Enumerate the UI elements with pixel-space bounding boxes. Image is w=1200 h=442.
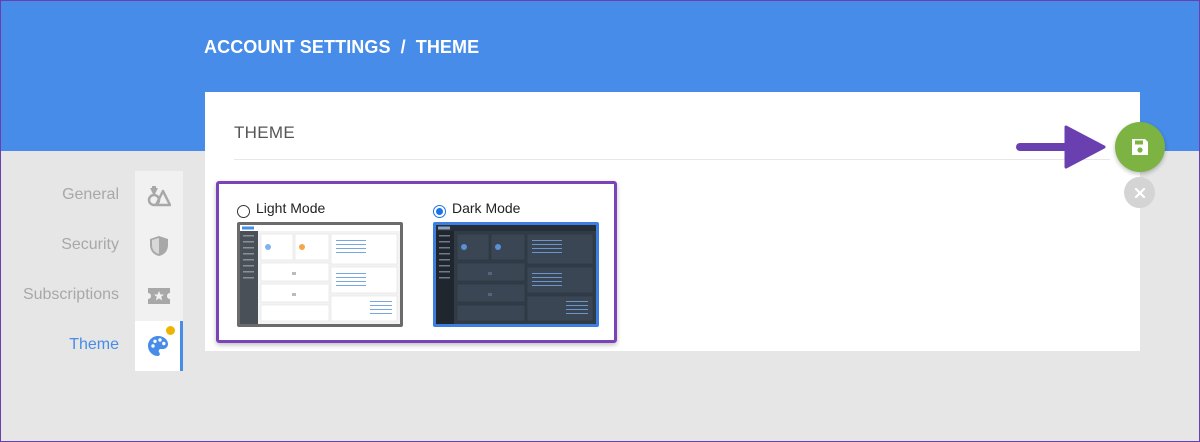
dark-mode-preview[interactable] <box>433 222 599 327</box>
divider <box>234 159 1110 160</box>
shield-icon <box>150 236 168 256</box>
breadcrumb-parent[interactable]: ACCOUNT SETTINGS <box>204 37 391 57</box>
theme-option-dark[interactable]: Dark Mode <box>433 198 603 327</box>
theme-card: THEME Light Mode Dark Mode <box>205 92 1140 351</box>
settings-sidebar: General Security Subscriptions Theme <box>1 171 185 371</box>
sidebar-item-subscriptions[interactable]: Subscriptions <box>1 271 185 321</box>
shapes-icon <box>147 186 171 207</box>
breadcrumb-separator: / <box>400 37 406 57</box>
sidebar-icon-box[interactable] <box>135 321 183 371</box>
breadcrumb: ACCOUNT SETTINGS / THEME <box>204 37 479 58</box>
dark-mode-radio[interactable] <box>433 204 446 218</box>
sidebar-icon-box[interactable] <box>135 171 183 221</box>
cancel-button[interactable] <box>1124 177 1155 208</box>
breadcrumb-current: THEME <box>415 37 480 57</box>
light-mode-preview[interactable] <box>237 222 403 327</box>
sidebar-item-label: Subscriptions <box>22 286 119 303</box>
dark-mode-label[interactable]: Dark Mode <box>452 200 520 216</box>
light-mode-label[interactable]: Light Mode <box>256 200 325 216</box>
ticket-star-icon <box>148 288 170 304</box>
floppy-disk-icon <box>1132 139 1148 155</box>
theme-options-highlight: Light Mode Dark Mode <box>216 181 617 343</box>
pointer-arrow-icon <box>1016 125 1106 169</box>
sidebar-item-label: General <box>62 186 119 203</box>
light-mode-radio[interactable] <box>237 204 250 218</box>
card-title: THEME <box>234 123 295 142</box>
sidebar-item-security[interactable]: Security <box>1 221 185 271</box>
close-icon <box>1134 187 1145 198</box>
dark-preview-image <box>436 225 596 324</box>
sidebar-icon-box[interactable] <box>135 271 183 321</box>
sidebar-item-label: Security <box>61 236 119 253</box>
sidebar-item-theme[interactable]: Theme <box>1 321 185 371</box>
theme-option-light[interactable]: Light Mode <box>237 198 407 327</box>
save-button[interactable] <box>1115 122 1165 172</box>
light-preview-image <box>240 225 400 324</box>
sidebar-item-general[interactable]: General <box>1 171 185 221</box>
sidebar-icon-box[interactable] <box>135 221 183 271</box>
palette-icon <box>147 336 168 356</box>
sidebar-item-label: Theme <box>69 336 119 353</box>
notification-dot <box>166 326 175 335</box>
